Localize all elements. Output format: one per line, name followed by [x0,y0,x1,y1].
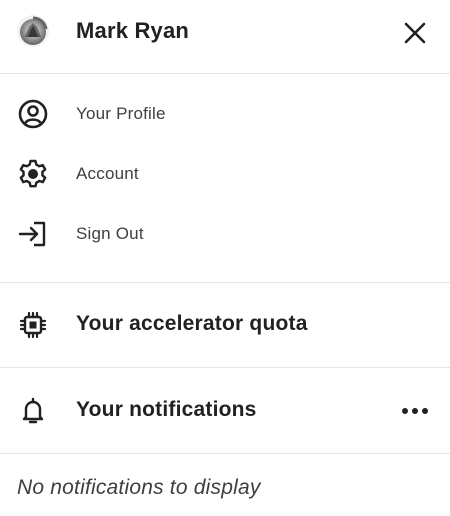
notifications-more-button[interactable] [398,396,432,426]
close-icon [404,22,426,44]
notifications-empty-message: No notifications to display [17,476,261,499]
menu-item-your-profile[interactable]: Your Profile [0,89,450,139]
account-menu: Your Profile Account Sign Out [0,74,450,283]
bell-icon [17,395,49,427]
panel-header: Mark Ryan [0,0,450,74]
accelerator-quota-section[interactable]: Your accelerator quota [0,283,450,368]
menu-item-label: Your Profile [76,104,166,123]
notifications-title: Your notifications [76,398,257,421]
profile-icon [17,98,49,130]
user-menu-panel: Mark Ryan Your Profile Account Sign Out … [0,0,450,516]
close-button[interactable] [400,18,430,48]
gear-icon [17,158,49,190]
chip-icon [17,309,49,341]
avatar[interactable] [17,15,49,47]
more-horizontal-icon [402,408,428,414]
sign-out-icon [17,218,49,250]
menu-item-account[interactable]: Account [0,149,450,199]
menu-item-label: Account [76,164,139,183]
user-name: Mark Ryan [76,18,190,43]
menu-item-label: Sign Out [76,224,144,243]
notifications-section: Your notifications [0,368,450,454]
menu-item-sign-out[interactable]: Sign Out [0,209,450,259]
accelerator-quota-title: Your accelerator quota [76,312,308,335]
